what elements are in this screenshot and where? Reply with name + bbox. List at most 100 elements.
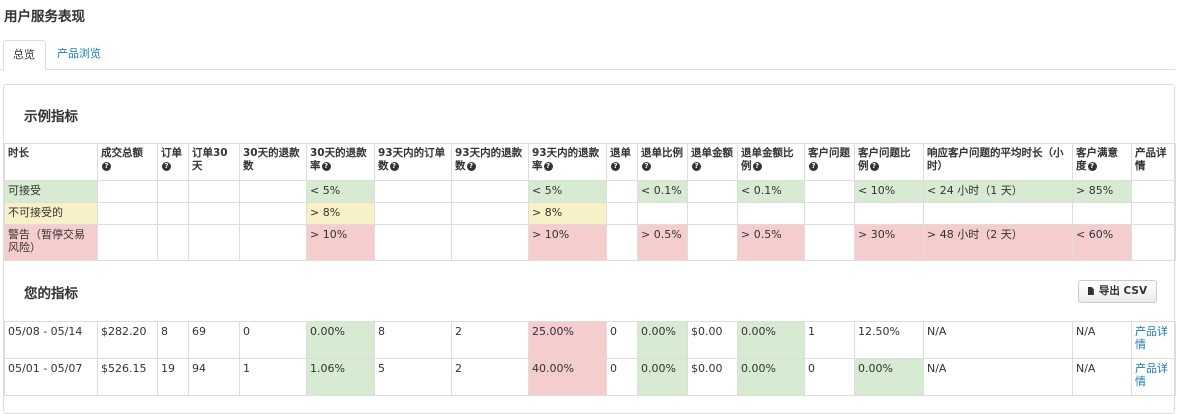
question-circle-icon[interactable]: ?	[611, 161, 620, 171]
cell	[188, 180, 240, 203]
cell	[1131, 180, 1176, 203]
cell	[157, 180, 189, 203]
cell-orders93: 8	[374, 321, 452, 359]
cell	[737, 202, 805, 225]
row-label: 警告（暂停交易风险）	[4, 224, 98, 261]
cell: > 0.5%	[737, 224, 805, 261]
cell	[804, 180, 855, 203]
example-metrics-title: 示例指标	[24, 109, 78, 125]
cell-orders30: 69	[188, 321, 240, 359]
col-satisfaction: 客户满意度?	[1072, 143, 1132, 181]
tab-product-browse[interactable]: 产品浏览	[48, 40, 110, 68]
cell: < 5%	[306, 180, 375, 203]
col-refund-rate93: 93天内的退款率?	[528, 143, 607, 181]
question-circle-icon[interactable]: ?	[809, 161, 818, 171]
cell-gmv: $282.20	[97, 321, 158, 359]
tab-bar: 总览 产品浏览	[0, 40, 1175, 70]
table-header-row: 时长 成交总额 ? 订单 ? 订单30天 30天的退款数 30天的退款率? 93…	[4, 143, 1176, 181]
cell-refund-rate93: 40.00%	[528, 358, 607, 396]
cell	[239, 180, 307, 203]
cell	[374, 180, 452, 203]
cell: < 10%	[854, 180, 924, 203]
table-row: 警告（暂停交易风险） > 10% > 10% > 0.5% > 0.5% > 3…	[4, 224, 1176, 261]
cell	[97, 202, 158, 225]
product-details-link[interactable]: 产品详情	[1135, 325, 1168, 351]
col-period: 时长	[4, 143, 98, 181]
cell-satisfaction: N/A	[1072, 358, 1132, 396]
cell-issue-ratio: 12.50%	[854, 321, 924, 359]
cell	[854, 202, 924, 225]
cell	[157, 224, 189, 261]
cell-orders93: 5	[374, 358, 452, 396]
cell: < 24 小时（1 天）	[923, 180, 1073, 203]
cell: > 85%	[1072, 180, 1132, 203]
cell-orders: 19	[157, 358, 189, 396]
cell-chargeback-amount: $0.00	[687, 358, 738, 396]
question-circle-icon[interactable]: ?	[752, 161, 762, 171]
question-circle-icon[interactable]: ?	[692, 161, 701, 171]
cell-period: 05/08 - 05/14	[4, 321, 98, 359]
cell	[804, 202, 855, 225]
col-gmv: 成交总额 ?	[97, 143, 158, 181]
question-circle-icon[interactable]: ?	[869, 161, 879, 171]
question-circle-icon[interactable]: ?	[642, 161, 651, 171]
question-circle-icon[interactable]: ?	[1087, 161, 1097, 171]
cell	[374, 224, 452, 261]
col-chargeback-amount: 退单金额?	[687, 143, 738, 181]
col-issues: 客户问题?	[804, 143, 855, 181]
cell-refund-rate30: 0.00%	[306, 321, 375, 359]
col-refunds30: 30天的退款数	[239, 143, 307, 181]
cell-chargeback-ratio: 0.00%	[637, 358, 688, 396]
table-row: 05/01 - 05/07 $526.15 19 94 1 1.06% 5 2 …	[4, 358, 1176, 396]
question-circle-icon[interactable]: ?	[389, 161, 399, 171]
cell	[687, 202, 738, 225]
cell	[451, 202, 529, 225]
cell	[374, 202, 452, 225]
cell: < 5%	[528, 180, 607, 203]
product-details-link[interactable]: 产品详情	[1135, 362, 1168, 388]
your-metrics-table: 05/08 - 05/14 $282.20 8 69 0 0.00% 8 2 2…	[4, 321, 1176, 396]
col-details: 产品详情	[1131, 143, 1176, 181]
row-label: 不可接受的	[4, 202, 98, 225]
cell-response-time: N/A	[923, 321, 1073, 359]
cell-issues: 1	[804, 321, 855, 359]
cell: < 0.1%	[737, 180, 805, 203]
cell	[923, 202, 1073, 225]
question-circle-icon[interactable]: ?	[102, 161, 111, 171]
cell	[451, 224, 529, 261]
question-circle-icon[interactable]: ?	[543, 161, 553, 171]
question-circle-icon[interactable]: ?	[321, 161, 331, 171]
col-chargeback-amount-ratio: 退单金额比例?	[737, 143, 805, 181]
question-circle-icon[interactable]: ?	[162, 161, 171, 171]
cell	[606, 180, 638, 203]
cell: > 48 小时（2 天）	[923, 224, 1073, 261]
cell: > 0.5%	[637, 224, 688, 261]
col-chargebacks: 退单 ?	[606, 143, 638, 181]
cell-details: 产品详情	[1131, 358, 1176, 396]
cell	[188, 224, 240, 261]
cell	[239, 224, 307, 261]
cell	[239, 202, 307, 225]
tab-overview[interactable]: 总览	[3, 40, 46, 70]
col-chargeback-ratio: 退单比例?	[637, 143, 688, 181]
cell-refunds30: 1	[239, 358, 307, 396]
cell	[1072, 202, 1132, 225]
cell	[451, 180, 529, 203]
page-title: 用户服务表现	[4, 9, 85, 25]
your-metrics-title: 您的指标	[24, 286, 78, 302]
export-csv-button[interactable]: 导出 CSV	[1078, 280, 1157, 303]
cell-orders: 8	[157, 321, 189, 359]
cell	[606, 202, 638, 225]
cell-chargeback-amount: $0.00	[687, 321, 738, 359]
cell: < 0.1%	[637, 180, 688, 203]
col-orders93: 93天内的订单数?	[374, 143, 452, 181]
cell-orders30: 94	[188, 358, 240, 396]
cell	[687, 180, 738, 203]
cell-chargeback-amount-ratio: 0.00%	[737, 358, 805, 396]
question-circle-icon[interactable]: ?	[466, 161, 476, 171]
cell-issues: 0	[804, 358, 855, 396]
cell: > 8%	[528, 202, 607, 225]
cell	[157, 202, 189, 225]
example-metrics-table: 时长 成交总额 ? 订单 ? 订单30天 30天的退款数 30天的退款率? 93…	[4, 143, 1176, 261]
cell: > 8%	[306, 202, 375, 225]
